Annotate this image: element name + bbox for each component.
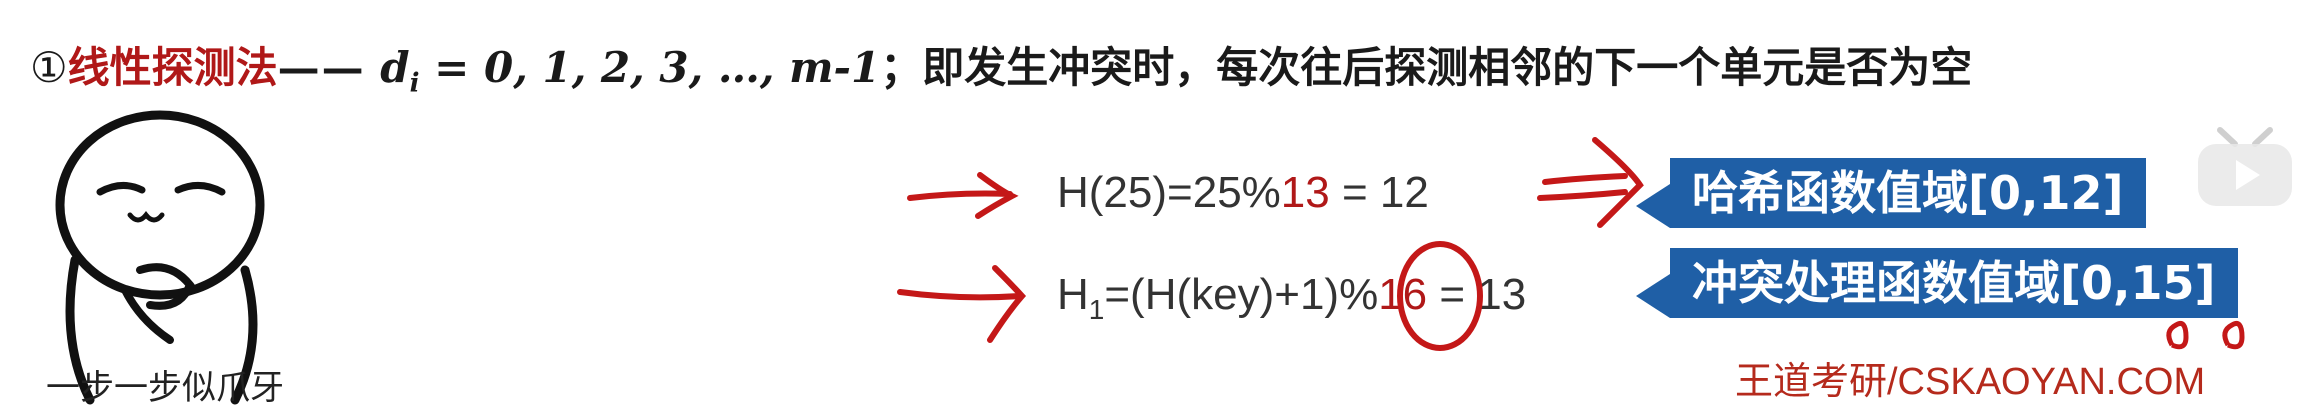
mark-under-0 xyxy=(2166,321,2189,350)
collision-equation-left: =(H(key)+1)% xyxy=(1104,270,1379,319)
probe-formula: di = 0, 1, 2, 3, …, m-1 xyxy=(380,43,881,98)
arrow-to-collision-equation xyxy=(897,289,1023,301)
collision-modulus: 16 xyxy=(1378,270,1428,319)
collision-equation-h: H xyxy=(1057,270,1089,319)
circled-number: ① xyxy=(30,43,68,92)
formula-subscript: i xyxy=(409,68,420,99)
collision-range-badge: 冲突处理函数值域[0,15] xyxy=(1636,248,2238,318)
heading: ①线性探测法—— di = 0, 1, 2, 3, …, m-1；即发生冲突时，… xyxy=(30,34,1972,98)
arrow-to-hash-range xyxy=(1542,173,1628,185)
formula-d: d xyxy=(380,43,410,92)
mark-under-15 xyxy=(2222,321,2245,350)
method-name: 线性探测法 xyxy=(67,43,278,92)
heading-description: 即发生冲突时，每次往后探测相邻的下一个单元是否为空 xyxy=(922,43,1973,92)
heading-dash: —— xyxy=(277,43,366,92)
hash-range-badge: 哈希函数值域[0,12] xyxy=(1636,158,2146,228)
hash-equation-result: = 12 xyxy=(1329,168,1429,217)
heading-semicolon: ； xyxy=(880,43,923,92)
arrow-to-hash-equation xyxy=(907,190,1013,201)
collision-equation-subscript: 1 xyxy=(1088,293,1105,325)
hash-equation-left: H(25)=25% xyxy=(1057,168,1281,217)
hash-equation: H(25)=25%13 = 12 xyxy=(1057,168,1429,218)
collision-equation: H1=(H(key)+1)%16 = 13 xyxy=(1057,270,1526,326)
meme-caption: 一步一步似爪牙 xyxy=(46,368,284,408)
collision-equation-result: = 13 xyxy=(1427,270,1527,319)
hash-modulus: 13 xyxy=(1280,168,1330,217)
watermark: 王道考研/CSKAOYAN.COM xyxy=(1735,361,2206,403)
formula-values: = 0, 1, 2, 3, …, m-1 xyxy=(419,43,881,92)
play-icon[interactable] xyxy=(2190,122,2300,212)
